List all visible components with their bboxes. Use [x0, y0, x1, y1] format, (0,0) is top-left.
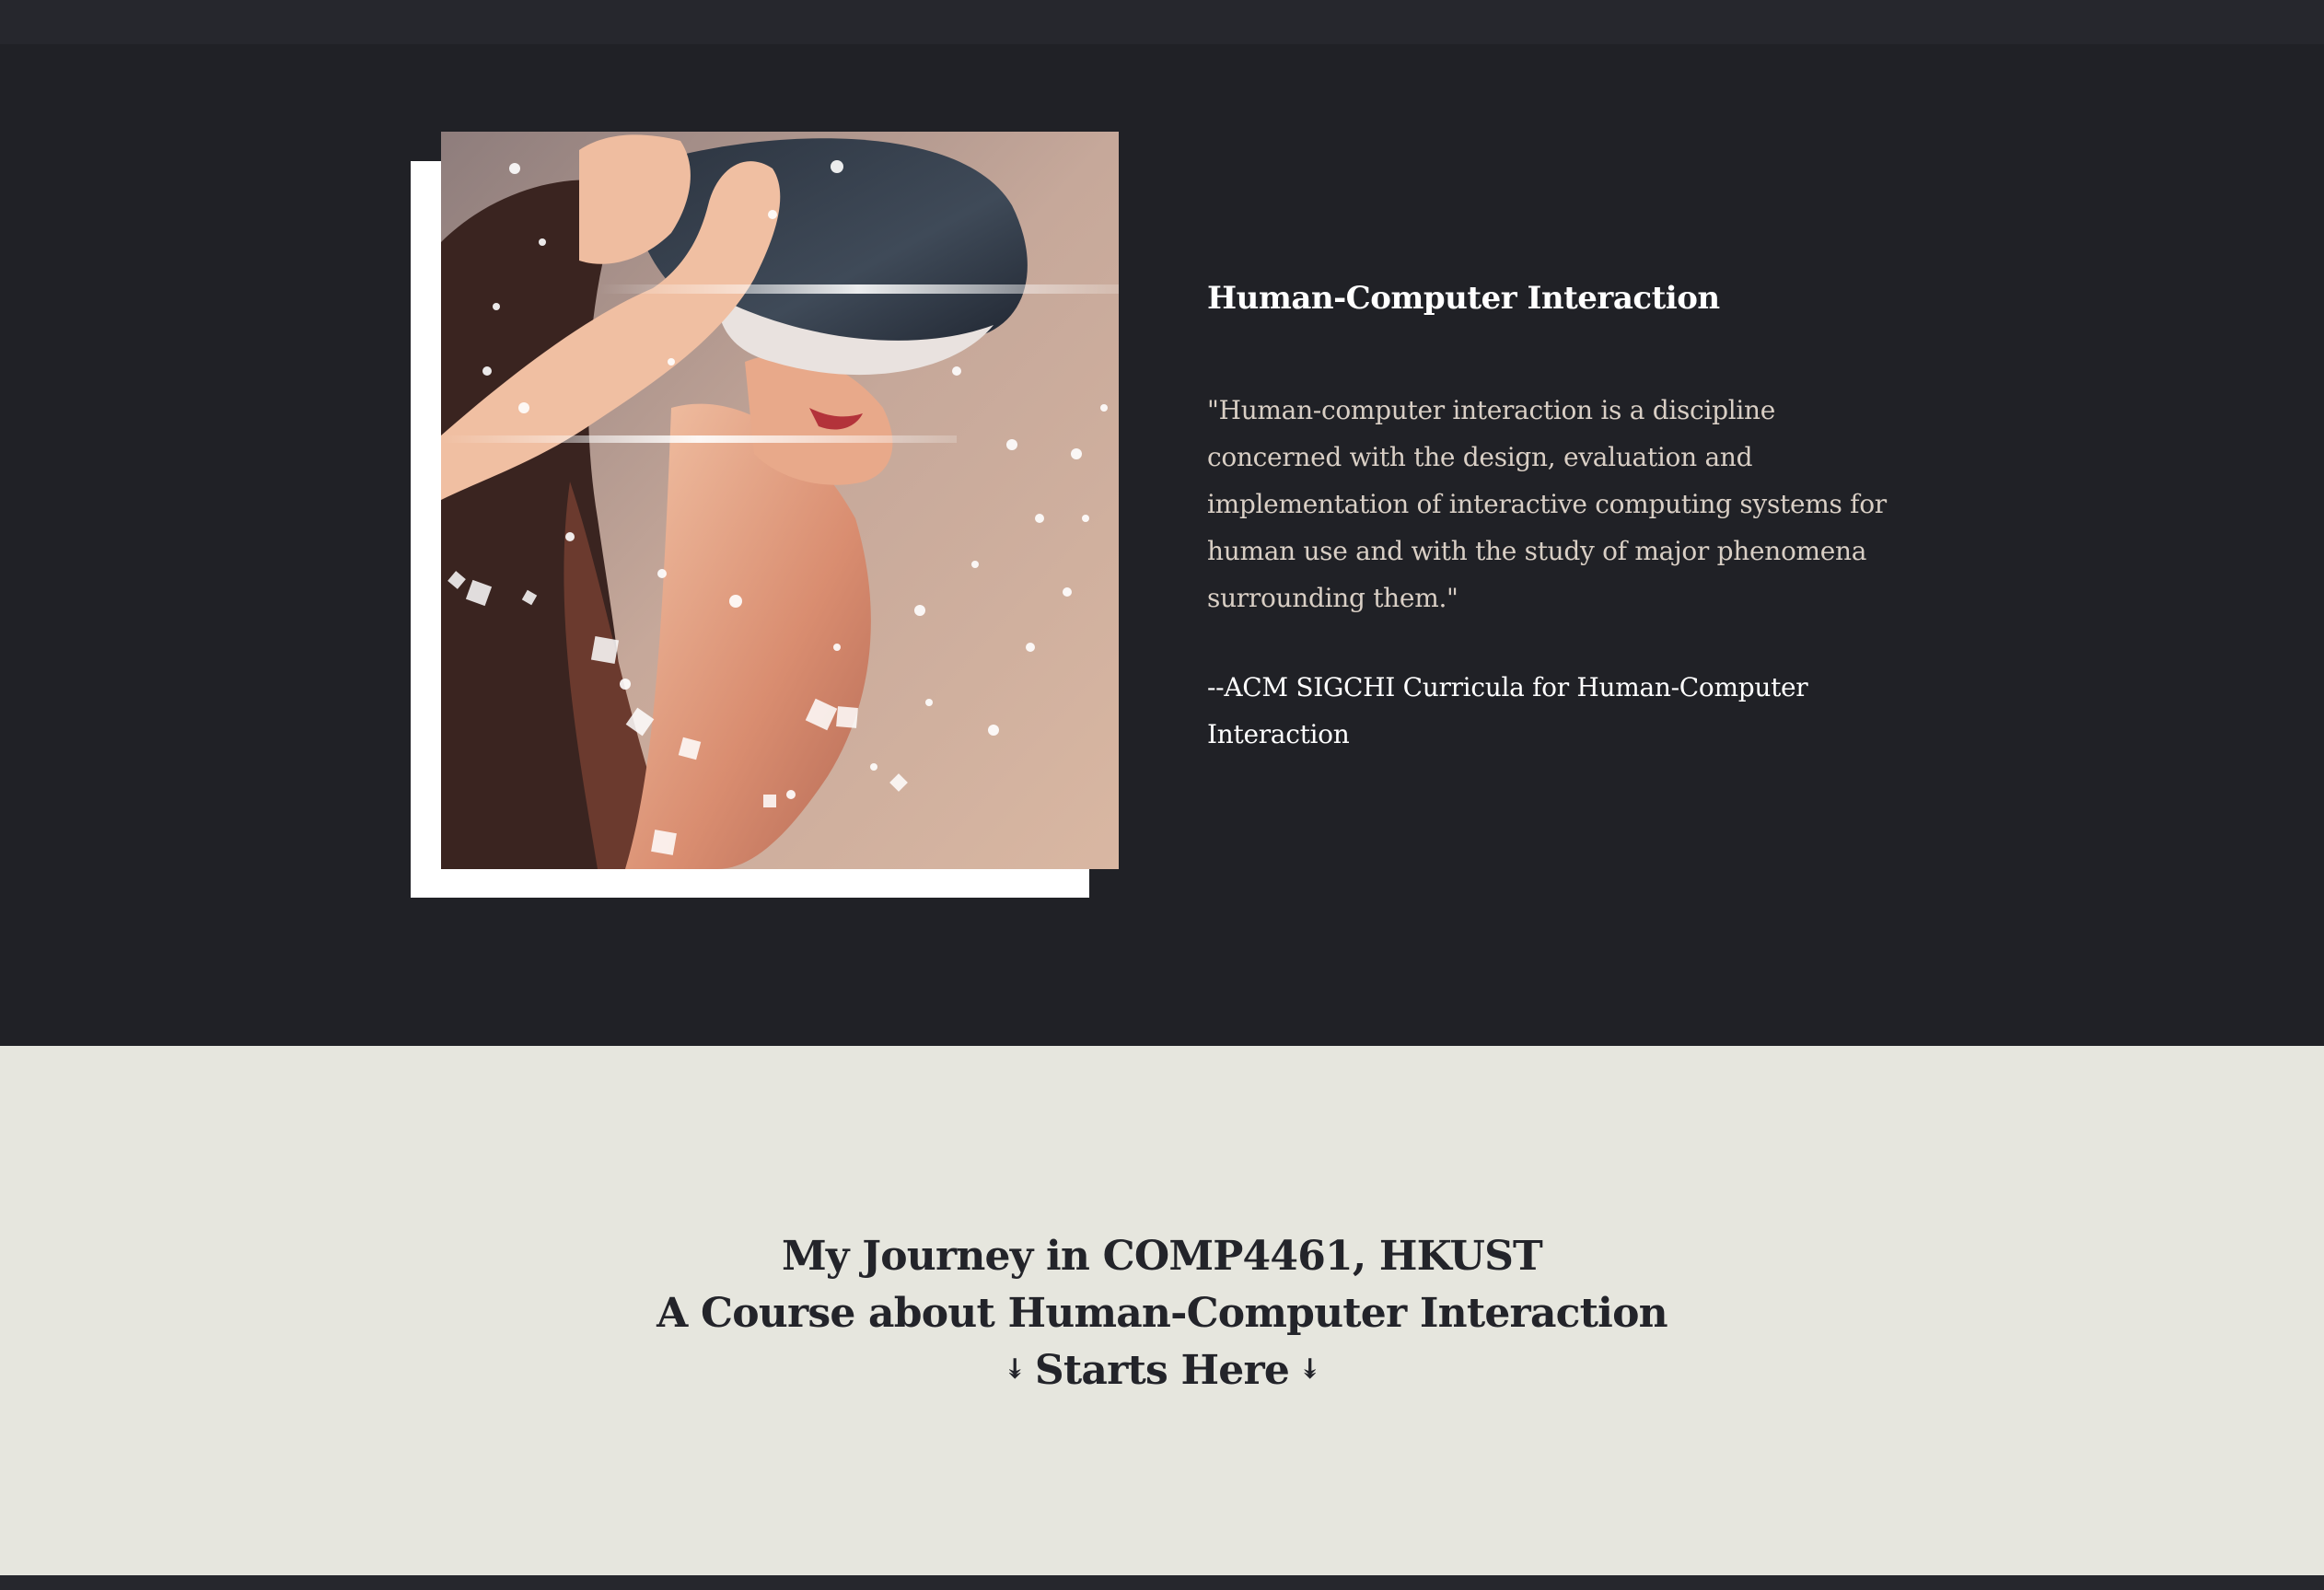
hci-description: Human-Computer Interaction "Human-comput… [1207, 278, 1888, 758]
journey-line-3: ↡ Starts Here ↡ [0, 1342, 2324, 1402]
journey-section: My Journey in COMP4461, HKUST A Course a… [0, 1046, 2324, 1575]
top-bar [0, 0, 2324, 44]
bottom-bar [0, 1575, 2324, 1590]
double-arrow-down-icon: ↡ [1298, 1352, 1321, 1386]
starts-here-label: Starts Here [1034, 1347, 1290, 1394]
double-arrow-down-icon: ↡ [1003, 1352, 1027, 1386]
hci-quote: "Human-computer interaction is a discipl… [1207, 395, 1887, 614]
vr-headset-photo [441, 132, 1119, 869]
hci-intro-section [0, 44, 2324, 1046]
journey-heading: My Journey in COMP4461, HKUST A Course a… [0, 1228, 2324, 1402]
hci-title: Human-Computer Interaction [1207, 280, 1720, 317]
journey-line-1: My Journey in COMP4461, HKUST [782, 1233, 1543, 1280]
hci-quote-source: --ACM SIGCHI Curricula for Human-Compute… [1207, 672, 1808, 750]
journey-line-2: A Course about Human-Computer Interactio… [657, 1290, 1667, 1337]
vr-headset-illustration [441, 132, 1119, 869]
